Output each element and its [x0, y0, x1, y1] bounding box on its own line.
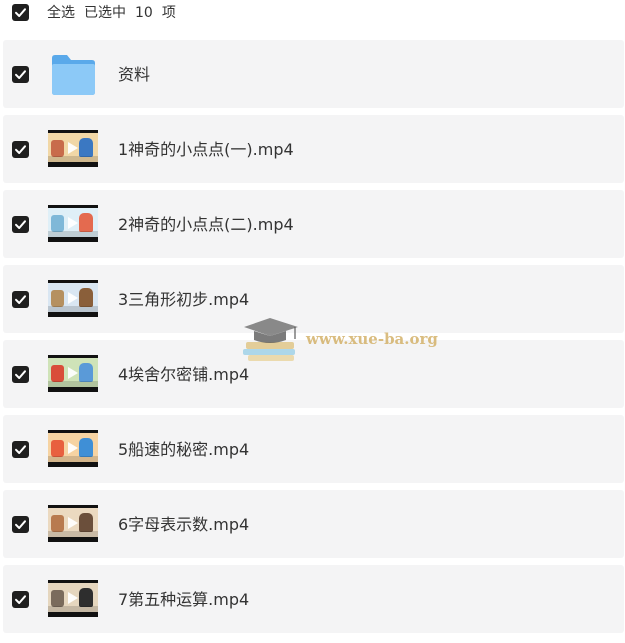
checkmark-icon: [15, 145, 26, 154]
file-row[interactable]: 7第五种运算.mp4: [3, 565, 624, 633]
video-thumbnail: [48, 430, 98, 467]
play-icon: [68, 442, 78, 454]
play-icon: [68, 142, 78, 154]
file-row[interactable]: 5船速的秘密.mp4: [3, 415, 624, 483]
folder-icon: [50, 54, 97, 96]
file-name[interactable]: 3三角形初步.mp4: [118, 290, 249, 310]
video-thumbnail: [48, 505, 98, 542]
file-name[interactable]: 6字母表示数.mp4: [118, 515, 249, 535]
checkmark-icon: [15, 520, 26, 529]
file-name[interactable]: 2神奇的小点点(二).mp4: [118, 215, 294, 235]
play-icon: [68, 367, 78, 379]
file-row[interactable]: 2神奇的小点点(二).mp4: [3, 190, 624, 258]
folder-row[interactable]: 资料: [3, 40, 624, 108]
play-icon: [68, 217, 78, 229]
row-checkbox[interactable]: [12, 291, 29, 308]
row-checkbox[interactable]: [12, 591, 29, 608]
file-name[interactable]: 1神奇的小点点(一).mp4: [118, 140, 294, 160]
file-name[interactable]: 4埃舍尔密铺.mp4: [118, 365, 249, 385]
row-checkbox[interactable]: [12, 141, 29, 158]
file-name[interactable]: 5船速的秘密.mp4: [118, 440, 249, 460]
file-selection-page: 全选 已选中 10 项 资料 1神奇的小点点(一).mp4 2神奇的小点点(二).mp4 3…: [0, 0, 625, 643]
checkmark-icon: [15, 70, 26, 79]
file-name[interactable]: 7第五种运算.mp4: [118, 590, 249, 610]
file-row[interactable]: 6字母表示数.mp4: [3, 490, 624, 558]
checkmark-icon: [15, 445, 26, 454]
row-checkbox[interactable]: [12, 366, 29, 383]
video-thumbnail: [48, 580, 98, 617]
graduation-cap-books-icon: [243, 318, 298, 361]
watermark: www.xue-ba.org: [240, 312, 450, 368]
checkmark-icon: [15, 295, 26, 304]
row-checkbox[interactable]: [12, 66, 29, 83]
play-icon: [68, 592, 78, 604]
row-checkbox[interactable]: [12, 516, 29, 533]
file-name[interactable]: 资料: [118, 65, 150, 85]
play-icon: [68, 517, 78, 529]
watermark-text: www.xue-ba.org: [306, 330, 438, 348]
play-icon: [68, 292, 78, 304]
video-thumbnail: [48, 280, 98, 317]
row-checkbox[interactable]: [12, 216, 29, 233]
row-checkbox[interactable]: [12, 441, 29, 458]
checkmark-icon: [15, 220, 26, 229]
file-row[interactable]: 1神奇的小点点(一).mp4: [3, 115, 624, 183]
checkmark-icon: [15, 370, 26, 379]
video-thumbnail: [48, 205, 98, 242]
video-thumbnail: [48, 130, 98, 167]
video-thumbnail: [48, 355, 98, 392]
checkmark-icon: [15, 595, 26, 604]
